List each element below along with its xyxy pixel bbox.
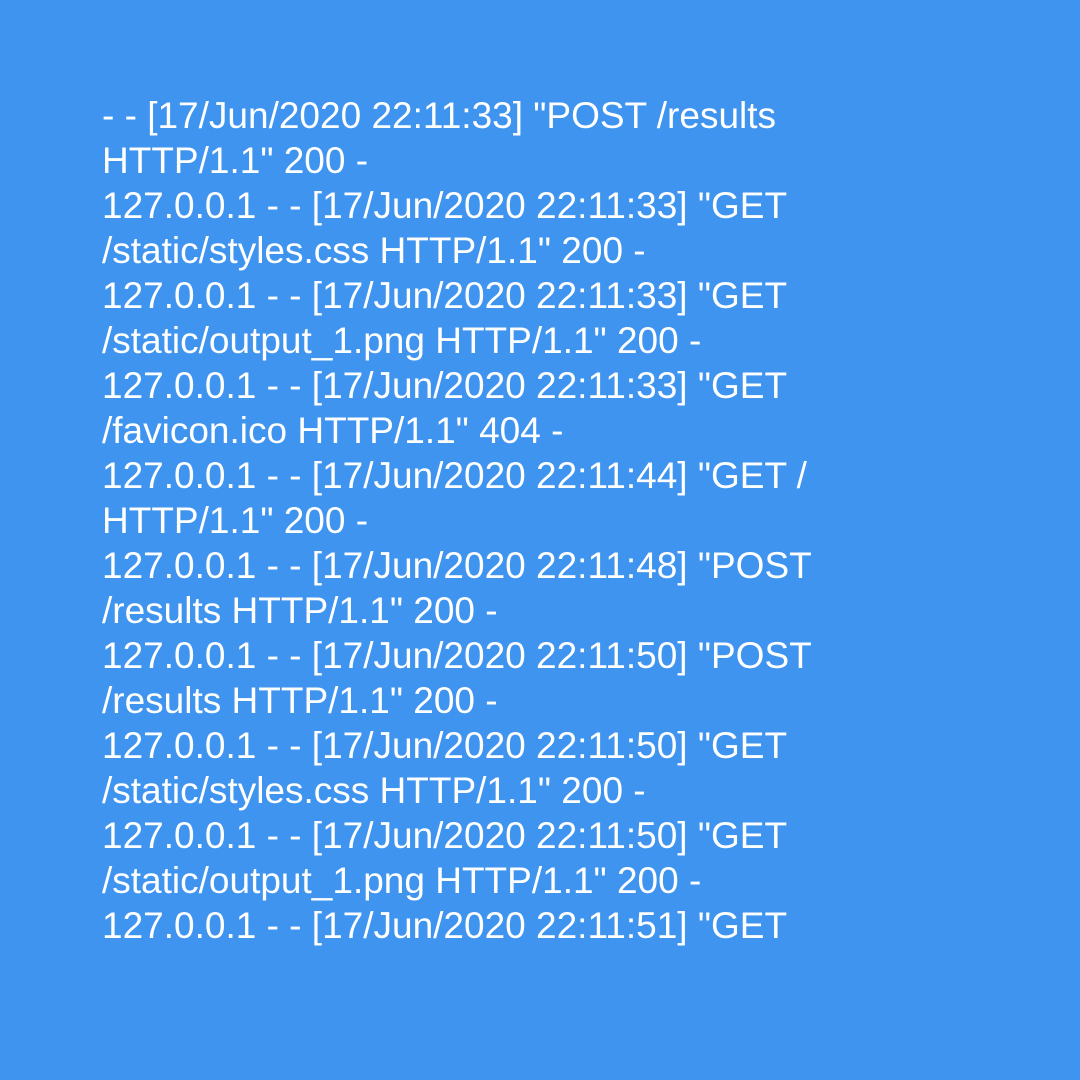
log-line: /favicon.ico HTTP/1.1" 404 - [102,410,564,451]
log-line: 127.0.0.1 - - [17/Jun/2020 22:11:44] "GE… [102,455,807,496]
log-line: 127.0.0.1 - - [17/Jun/2020 22:11:33] "GE… [102,185,788,226]
log-line: /static/styles.css HTTP/1.1" 200 - [102,770,646,811]
log-line: 127.0.0.1 - - [17/Jun/2020 22:11:50] "GE… [102,815,788,856]
log-line: - - [17/Jun/2020 22:11:33] "POST /result… [102,95,777,136]
log-line: /results HTTP/1.1" 200 - [102,680,498,721]
log-line: 127.0.0.1 - - [17/Jun/2020 22:11:51] "GE… [102,905,788,946]
log-line: /results HTTP/1.1" 200 - [102,590,498,631]
log-line: 127.0.0.1 - - [17/Jun/2020 22:11:50] "GE… [102,725,788,766]
log-line: /static/output_1.png HTTP/1.1" 200 - [102,860,702,901]
log-line: /static/styles.css HTTP/1.1" 200 - [102,230,646,271]
log-line: 127.0.0.1 - - [17/Jun/2020 22:11:50] "PO… [102,635,812,676]
server-log-output: - - [17/Jun/2020 22:11:33] "POST /result… [102,93,982,948]
log-line: HTTP/1.1" 200 - [102,500,369,541]
log-line: 127.0.0.1 - - [17/Jun/2020 22:11:33] "GE… [102,275,788,316]
log-line: 127.0.0.1 - - [17/Jun/2020 22:11:48] "PO… [102,545,812,586]
log-line: /static/output_1.png HTTP/1.1" 200 - [102,320,702,361]
log-line: HTTP/1.1" 200 - [102,140,369,181]
log-line: 127.0.0.1 - - [17/Jun/2020 22:11:33] "GE… [102,365,788,406]
